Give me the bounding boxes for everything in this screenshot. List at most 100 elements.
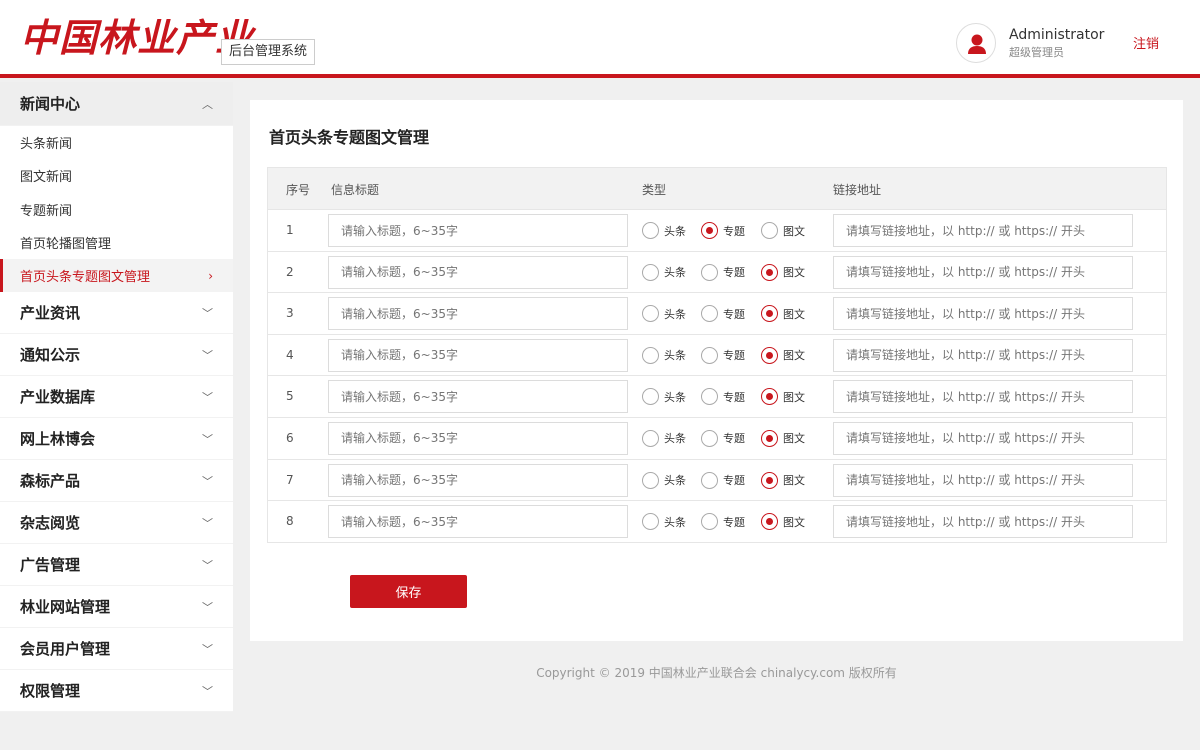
type-radio-option[interactable]: 头条 (642, 429, 686, 447)
sidebar-item-label: 首页轮播图管理 (20, 237, 112, 253)
sidebar-group-5[interactable]: 森标产品 ﹀ (0, 460, 233, 503)
type-radio-option[interactable]: 专题 (701, 305, 745, 323)
title-input[interactable] (328, 380, 628, 414)
radio-circle-icon[interactable] (642, 346, 659, 364)
radio-circle-icon[interactable] (761, 222, 778, 239)
sidebar-group-4[interactable]: 网上林博会 ﹀ (0, 418, 233, 461)
type-radio-option[interactable]: 头条 (642, 263, 686, 281)
title-input[interactable] (328, 463, 628, 497)
radio-label: 专题 (723, 432, 745, 446)
radio-circle-icon[interactable] (642, 513, 659, 531)
sidebar-item-label: 图文新闻 (20, 170, 73, 186)
type-radio-option[interactable]: 图文 (761, 471, 805, 489)
sidebar-item-5[interactable]: 首页头条专题图文管理 › (0, 259, 233, 293)
radio-circle-icon[interactable] (642, 388, 659, 406)
link-input[interactable] (833, 255, 1133, 289)
type-radio-option[interactable]: 图文 (761, 346, 805, 364)
type-radio-option[interactable]: 头条 (642, 513, 686, 531)
title-input[interactable] (328, 505, 628, 539)
type-radio-option[interactable]: 图文 (761, 263, 805, 281)
sidebar-group-label: 新闻中心 (20, 95, 81, 113)
type-radio-option[interactable]: 头条 (642, 222, 686, 239)
sidebar-group-10[interactable]: 权限管理 ﹀ (0, 670, 233, 713)
logout-link[interactable]: 注销 (1133, 37, 1159, 53)
radio-circle-icon[interactable] (761, 346, 778, 364)
radio-circle-icon[interactable] (642, 429, 659, 447)
radio-circle-icon[interactable] (701, 388, 718, 406)
top-header: 中国林业产业 后台管理系统 Administrator 超级管理员 注销 (0, 0, 1200, 78)
col-header-index: 序号 (286, 183, 311, 197)
sidebar-group-2[interactable]: 通知公示 ﹀ (0, 334, 233, 377)
link-input[interactable] (833, 297, 1133, 331)
site-logo[interactable]: 中国林业产业 (20, 16, 254, 60)
sidebar-group-3[interactable]: 产业数据库 ﹀ (0, 376, 233, 419)
user-avatar[interactable] (956, 23, 996, 63)
link-input[interactable] (833, 380, 1133, 414)
sidebar-group-9[interactable]: 会员用户管理 ﹀ (0, 628, 233, 671)
sidebar-item-3[interactable]: 专题新闻 (0, 192, 233, 226)
radio-circle-icon[interactable] (642, 263, 659, 281)
sidebar-group-8[interactable]: 林业网站管理 ﹀ (0, 586, 233, 629)
radio-circle-icon[interactable] (701, 429, 718, 447)
sidebar-group-1[interactable]: 产业资讯 ﹀ (0, 292, 233, 335)
type-radio-option[interactable]: 图文 (761, 429, 805, 447)
link-input[interactable] (833, 338, 1133, 372)
sidebar-item-2[interactable]: 图文新闻 (0, 159, 233, 193)
title-input[interactable] (328, 297, 628, 331)
type-radio-option[interactable]: 专题 (701, 471, 745, 489)
type-radio-option[interactable]: 图文 (761, 513, 805, 531)
radio-circle-icon[interactable] (642, 305, 659, 323)
radio-circle-icon[interactable] (701, 263, 718, 281)
type-radio-option[interactable]: 图文 (761, 305, 805, 323)
title-input[interactable] (328, 214, 628, 247)
save-button[interactable]: 保存 (350, 575, 467, 608)
type-radio-option[interactable]: 头条 (642, 388, 686, 406)
type-radio-option[interactable]: 专题 (701, 263, 745, 281)
title-input[interactable] (328, 255, 628, 289)
sidebar-group-label: 网上林博会 (20, 430, 96, 449)
type-radio-option[interactable]: 头条 (642, 471, 686, 489)
type-radio-option[interactable]: 头条 (642, 305, 686, 323)
type-radio-option[interactable]: 专题 (701, 346, 745, 364)
type-radio-option[interactable]: 图文 (761, 388, 805, 406)
table-row: 5 头条 专题 图文 (268, 375, 1166, 417)
radio-label: 头条 (664, 224, 686, 238)
table-row: 1 头条 专题 图文 (268, 209, 1166, 251)
link-input[interactable] (833, 421, 1133, 455)
link-input[interactable] (833, 505, 1133, 539)
sidebar-item-1[interactable]: 头条新闻 (0, 126, 233, 160)
type-radio-option[interactable]: 专题 (701, 388, 745, 406)
sidebar-group-7[interactable]: 广告管理 ﹀ (0, 544, 233, 587)
radio-circle-icon[interactable] (701, 471, 718, 489)
link-input[interactable] (833, 214, 1133, 247)
row-index: 3 (286, 306, 294, 321)
sidebar-group-news[interactable]: 新闻中心 ︿ (0, 82, 233, 126)
title-input[interactable] (328, 421, 628, 455)
radio-circle-icon[interactable] (701, 346, 718, 364)
sidebar-item-4[interactable]: 首页轮播图管理 (0, 225, 233, 260)
row-index: 1 (286, 223, 294, 237)
title-input[interactable] (328, 338, 628, 372)
radio-circle-icon[interactable] (642, 222, 659, 239)
radio-circle-icon[interactable] (701, 305, 718, 323)
type-radio-option[interactable]: 图文 (761, 222, 805, 239)
radio-circle-icon[interactable] (761, 513, 778, 531)
radio-circle-icon[interactable] (761, 429, 778, 447)
radio-label: 头条 (664, 432, 686, 446)
radio-circle-icon[interactable] (761, 305, 778, 323)
sidebar-group-6[interactable]: 杂志阅览 ﹀ (0, 502, 233, 545)
type-radio-option[interactable]: 专题 (701, 429, 745, 447)
type-radio-option[interactable]: 专题 (701, 222, 745, 239)
radio-circle-icon[interactable] (761, 471, 778, 489)
radio-circle-icon[interactable] (701, 513, 718, 531)
radio-label: 专题 (723, 515, 745, 529)
radio-circle-icon[interactable] (761, 263, 778, 281)
radio-label: 图文 (783, 224, 805, 238)
radio-circle-icon[interactable] (761, 388, 778, 406)
radio-circle-icon[interactable] (701, 222, 718, 239)
type-radio-option[interactable]: 头条 (642, 346, 686, 364)
link-input[interactable] (833, 463, 1133, 497)
type-radio-option[interactable]: 专题 (701, 513, 745, 531)
radio-circle-icon[interactable] (642, 471, 659, 489)
radio-label: 头条 (664, 266, 686, 280)
